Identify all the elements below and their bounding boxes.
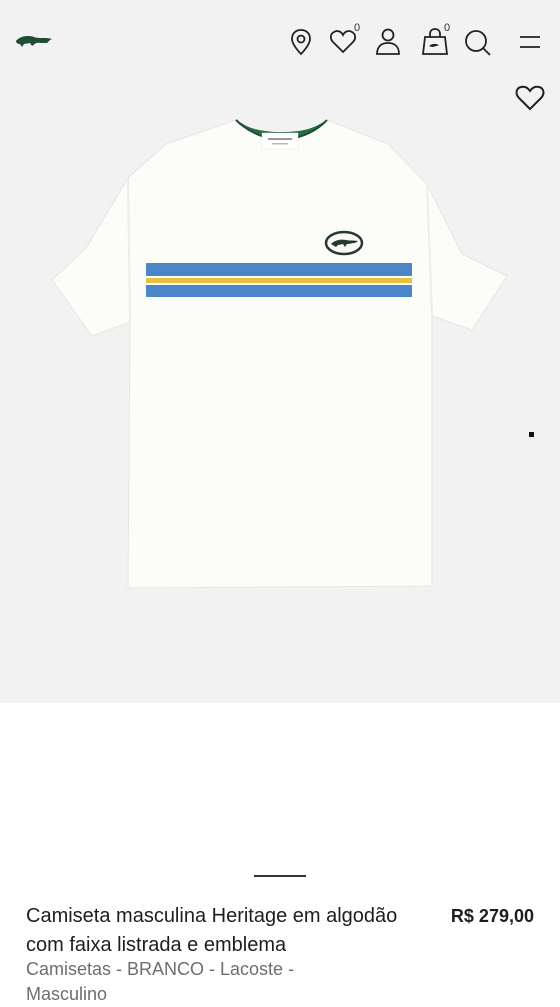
image-pagination-indicator [254,875,306,877]
wishlist-heart-icon[interactable]: 0 [327,22,363,60]
cart-count-badge: 0 [444,22,451,34]
search-icon[interactable] [460,24,496,60]
top-header: 0 0 [0,0,560,78]
location-pin-icon[interactable] [284,24,320,60]
shopping-bag-icon[interactable]: 0 [417,22,453,60]
user-icon[interactable] [370,24,406,60]
carousel-dot [529,432,534,437]
product-details: Camiseta masculina Heritage em algodão c… [0,703,560,1004]
white-tshirt-blue-yellow-stripe [51,119,508,589]
product-price: R$ 279,00 [450,906,534,926]
add-to-wishlist-heart-icon[interactable] [512,82,548,114]
menu-icon[interactable] [512,24,548,60]
lacoste-crocodile-logo[interactable] [14,28,54,54]
product-image-area[interactable] [0,78,560,703]
wishlist-count-badge: 0 [354,22,361,34]
product-title: Camiseta masculina Heritage em algodão c… [26,905,398,956]
